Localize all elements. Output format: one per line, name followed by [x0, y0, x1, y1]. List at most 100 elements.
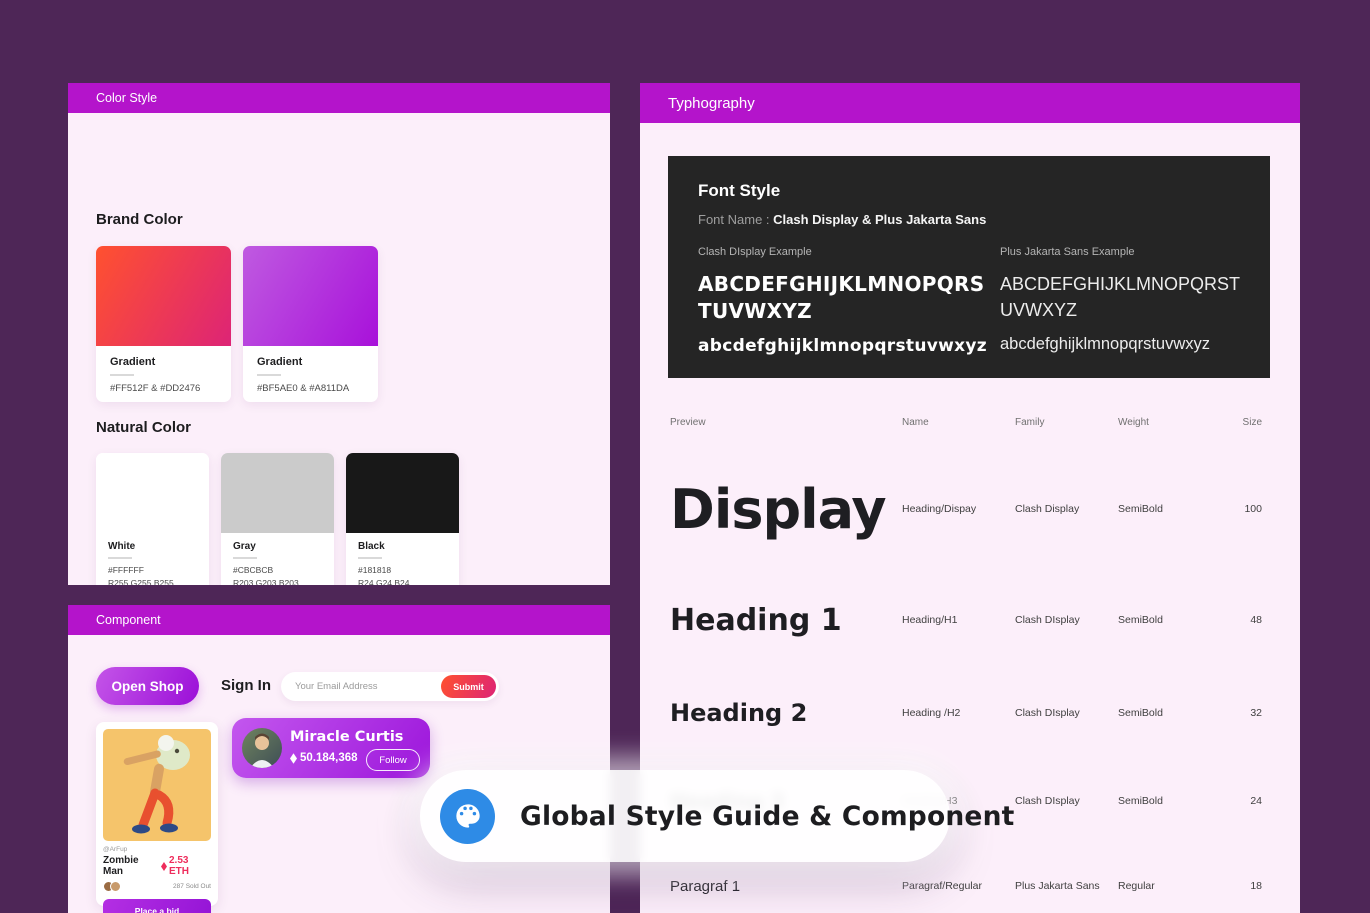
type-size: 32	[1210, 707, 1270, 719]
brand-swatch-card[interactable]: Gradient #FF512F & #DD2476	[96, 246, 231, 402]
type-family: Clash DIsplay	[1015, 707, 1118, 719]
nft-card[interactable]: @ArFup Zombie Man 2.53 ETH 287 Sold Out …	[96, 722, 218, 906]
col-header-size: Size	[1210, 417, 1270, 428]
badge-label: Global Style Guide & Component	[520, 801, 1015, 832]
nft-price-value: 2.53 ETH	[169, 855, 211, 877]
type-weight: SemiBold	[1118, 707, 1210, 719]
type-preview: Paragraf 1	[670, 878, 902, 895]
palette-glyph	[454, 802, 482, 830]
font-name-label: Font Name :	[698, 212, 773, 227]
place-a-bid-button[interactable]: Place a bid	[103, 899, 211, 913]
profile-card[interactable]: Miracle Curtis 50.184,368 Follow	[232, 718, 430, 778]
nft-artwork	[103, 729, 211, 841]
email-input[interactable]	[295, 672, 435, 701]
sign-in-label: Sign In	[221, 677, 271, 694]
type-table-header: Preview Name Family Weight Size	[670, 417, 1270, 428]
jakarta-example-column: Plus Jakarta Sans Example ABCDEFGHIJKLMN…	[1000, 246, 1250, 354]
brand-gradient-swatch	[96, 246, 231, 346]
nft-sold-status: 287 Sold Out	[173, 883, 211, 890]
nft-price: 2.53 ETH	[161, 855, 211, 877]
open-shop-button[interactable]: Open Shop	[96, 667, 199, 705]
brand-color-section-label: Brand Color	[96, 211, 183, 228]
brand-gradient-swatch	[243, 246, 378, 346]
bidder-avatars	[103, 881, 121, 892]
component-panel: Component Open Shop Sign In Submit @ArFu…	[68, 605, 610, 913]
type-size: 24	[1210, 795, 1270, 807]
divider	[358, 557, 382, 559]
type-family: Clash DIsplay	[1015, 795, 1118, 807]
col-header-weight: Weight	[1118, 417, 1210, 428]
color-style-panel: Color Style Brand Color Gradient #FF512F…	[68, 83, 610, 585]
font-style-card: Font Style Font Name : Clash Display & P…	[668, 156, 1270, 378]
white-swatch	[96, 453, 209, 533]
black-swatch	[346, 453, 459, 533]
table-row: Heading 1 Heading/H1 Clash DIsplay SemiB…	[670, 583, 1270, 657]
clash-uppercase-sample: ABCDEFGHIJKLMNOPQRSTUVWXYZ	[698, 271, 988, 325]
avatar	[242, 728, 282, 768]
typography-panel-title: Typhography	[668, 95, 755, 112]
jakarta-uppercase-sample: ABCDEFGHIJKLMNOPQRSTUVWXYZ	[1000, 271, 1250, 323]
jakarta-example-label: Plus Jakarta Sans Example	[1000, 246, 1250, 258]
type-preview: Heading 1	[670, 603, 902, 638]
type-weight: SemiBold	[1118, 614, 1210, 626]
natural-swatch-card[interactable]: White #FFFFFF R255 G255 B255	[96, 453, 209, 585]
clash-lowercase-sample: abcdefghijklmnopqrstuvwxyz	[698, 336, 988, 356]
type-size: 18	[1210, 880, 1270, 892]
email-signup-field: Submit	[281, 672, 499, 701]
swatch-name: Gradient	[110, 356, 217, 368]
col-header-family: Family	[1015, 417, 1118, 428]
clash-display-example-column: Clash DIsplay Example ABCDEFGHIJKLMNOPQR…	[698, 246, 988, 356]
table-row: Display Heading/Dispay Clash Display Sem…	[670, 443, 1270, 575]
type-name: Heading /H2	[902, 707, 1015, 719]
swatch-name: Gray	[233, 541, 322, 552]
global-style-guide-badge[interactable]: Global Style Guide & Component	[420, 770, 950, 862]
profile-name: Miracle Curtis	[290, 729, 403, 745]
swatch-rgb: R255 G255 B255	[108, 578, 197, 585]
swatch-info: Gradient #BF5AE0 & #A811DA	[243, 346, 378, 402]
col-header-name: Name	[902, 417, 1015, 428]
swatch-info: White #FFFFFF R255 G255 B255	[96, 533, 209, 585]
profile-balance: 50.184,368	[290, 752, 358, 764]
font-name-line: Font Name : Clash Display & Plus Jakarta…	[698, 212, 986, 227]
profile-balance-value: 50.184,368	[300, 752, 358, 764]
swatch-rgb: R24 G24 B24	[358, 578, 447, 585]
brand-swatch-card[interactable]: Gradient #BF5AE0 & #A811DA	[243, 246, 378, 402]
type-weight: SemiBold	[1118, 503, 1210, 515]
swatch-hex: #FFFFFF	[108, 565, 197, 575]
col-header-preview: Preview	[670, 417, 902, 428]
palette-icon	[440, 789, 495, 844]
color-style-panel-title: Color Style	[96, 91, 157, 105]
swatch-name: White	[108, 541, 197, 552]
nft-title: Zombie Man	[103, 855, 161, 877]
jakarta-lowercase-sample: abcdefghijklmnopqrstuvwxyz	[1000, 335, 1250, 354]
font-name-value: Clash Display & Plus Jakarta Sans	[773, 212, 986, 227]
swatch-info: Gray #CBCBCB R203 G203 B203	[221, 533, 334, 585]
submit-button[interactable]: Submit	[441, 675, 496, 698]
type-preview: Heading 2	[670, 699, 902, 727]
follow-button[interactable]: Follow	[366, 749, 420, 771]
type-preview: Display	[670, 478, 902, 541]
divider	[110, 374, 134, 376]
swatch-info: Gradient #FF512F & #DD2476	[96, 346, 231, 402]
nft-author-handle: @ArFup	[103, 846, 211, 853]
type-size: 100	[1210, 503, 1270, 515]
swatch-info: Black #181818 R24 G24 B24	[346, 533, 459, 585]
natural-swatch-card[interactable]: Black #181818 R24 G24 B24	[346, 453, 459, 585]
divider	[257, 374, 281, 376]
type-size: 48	[1210, 614, 1270, 626]
type-family: Clash DIsplay	[1015, 614, 1118, 626]
type-weight: SemiBold	[1118, 795, 1210, 807]
component-panel-header: Component	[68, 605, 610, 635]
table-row: Heading 2 Heading /H2 Clash DIsplay Semi…	[670, 679, 1270, 747]
font-style-heading: Font Style	[698, 181, 780, 201]
swatch-name: Black	[358, 541, 447, 552]
type-family: Plus Jakarta Sans	[1015, 880, 1118, 892]
type-name: Paragraf/Regular	[902, 880, 1015, 892]
avatar-photo	[242, 728, 282, 768]
natural-swatch-card[interactable]: Gray #CBCBCB R203 G203 B203	[221, 453, 334, 585]
zombie-illustration	[103, 729, 211, 841]
swatch-hex: #FF512F & #DD2476	[110, 383, 217, 394]
swatch-hex: #181818	[358, 565, 447, 575]
swatch-name: Gradient	[257, 356, 364, 368]
divider	[233, 557, 257, 559]
